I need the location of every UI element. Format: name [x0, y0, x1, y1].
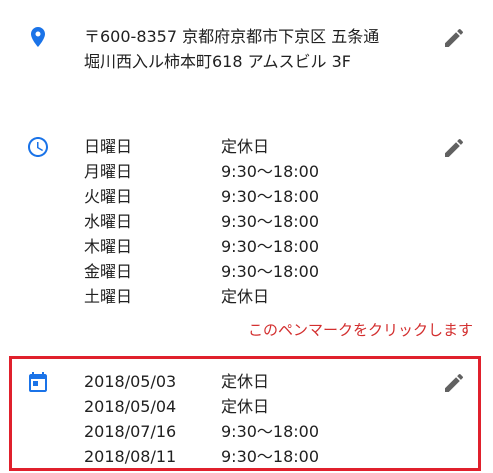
hours-value: 9:30～18:00	[221, 262, 320, 281]
hours-day: 火曜日	[84, 187, 133, 206]
hours-day: 土曜日	[84, 287, 133, 306]
edit-special-hours-pencil-icon[interactable]	[442, 371, 466, 395]
special-date: 2018/07/16	[84, 422, 177, 441]
hours-day: 日曜日	[84, 137, 133, 156]
clock-icon	[26, 135, 50, 159]
hours-day: 金曜日	[84, 262, 133, 281]
address-line-2: 堀川西入ル柿本町618 アムスビル 3F	[84, 52, 351, 71]
special-value: 定休日	[221, 397, 270, 416]
hours-value: 9:30～18:00	[221, 237, 320, 256]
location-pin-icon	[26, 25, 50, 49]
special-date: 2018/05/04	[84, 397, 177, 416]
instruction-note: このペンマークをクリックします	[247, 321, 473, 339]
hours-day: 月曜日	[84, 162, 133, 181]
special-value: 9:30～18:00	[221, 447, 320, 466]
special-date: 2018/05/03	[84, 372, 177, 391]
calendar-icon	[26, 370, 50, 394]
hours-value: 定休日	[221, 287, 270, 306]
hours-value: 定休日	[221, 137, 270, 156]
edit-address-pencil-icon[interactable]	[442, 26, 466, 50]
address-line-1: 〒600-8357 京都府京都市下京区 五条通	[84, 27, 380, 46]
special-value: 定休日	[221, 372, 270, 391]
special-date: 2018/08/11	[84, 447, 177, 466]
hours-day: 水曜日	[84, 212, 133, 231]
hours-value: 9:30～18:00	[221, 187, 320, 206]
hours-day: 木曜日	[84, 237, 133, 256]
hours-value: 9:30～18:00	[221, 162, 320, 181]
hours-value: 9:30～18:00	[221, 212, 320, 231]
edit-hours-pencil-icon[interactable]	[442, 136, 466, 160]
special-value: 9:30～18:00	[221, 422, 320, 441]
